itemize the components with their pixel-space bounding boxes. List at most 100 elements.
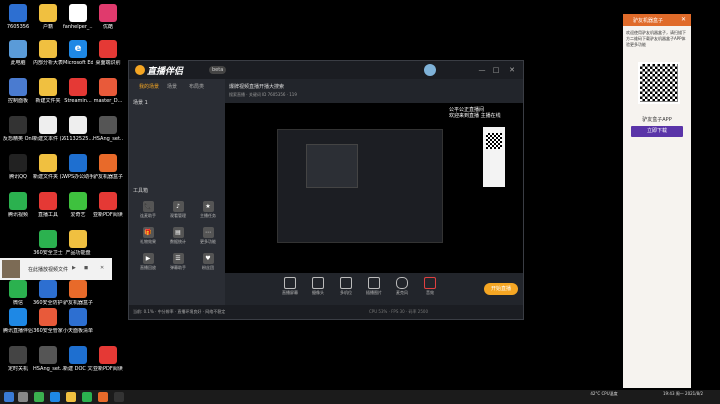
search-icon[interactable] xyxy=(18,392,28,402)
folder-icon[interactable] xyxy=(66,392,76,402)
desktop-icon-label: 直播工具 xyxy=(37,212,58,218)
desktop-icon[interactable]: HSAng_set... xyxy=(93,116,123,142)
wechat-icon[interactable] xyxy=(82,392,92,402)
multi-cam-button[interactable]: 多机位 xyxy=(333,277,359,296)
desktop-icon-glyph xyxy=(69,308,87,326)
desktop-icon-glyph xyxy=(9,192,27,210)
desktop-icon[interactable]: Streamin... xyxy=(63,78,93,104)
download-button[interactable]: 立即下载 xyxy=(631,126,683,137)
qr-panel-title: 驴友机器盒子 xyxy=(633,18,664,24)
app-icon[interactable] xyxy=(98,392,108,402)
tab-layouts[interactable]: 布局类 xyxy=(189,83,204,90)
desktop-icon[interactable]: WPS办公助手 xyxy=(63,154,93,180)
desktop-icon[interactable]: 驴友机器盒子 xyxy=(93,154,123,180)
tab-scenes[interactable]: 场景 xyxy=(167,83,177,90)
desktop-icon-label: 360安全卫士 xyxy=(33,250,63,256)
desktop-icon[interactable]: 新建文本件 (2) xyxy=(33,116,63,142)
qr-code-icon xyxy=(486,133,502,149)
start-icon[interactable] xyxy=(4,392,14,402)
desktop-icon[interactable]: 反恐精英 Online xyxy=(3,116,33,142)
desktop-icon-glyph xyxy=(39,308,57,326)
camera-button[interactable]: 摄像头 xyxy=(305,277,331,296)
desktop-icon[interactable]: 直播工具 xyxy=(33,192,63,218)
toolbox-item[interactable]: 🎁 礼物效果 xyxy=(137,227,159,245)
desktop-icon-label: 腾讯QQ xyxy=(9,174,27,180)
tool-label: 观看管理 xyxy=(170,213,186,218)
desktop-icon[interactable]: 优酷 xyxy=(93,4,123,30)
minimize-icon[interactable]: — xyxy=(477,65,487,75)
stop-icon[interactable]: ◼ xyxy=(84,265,88,271)
desktop-icon[interactable]: 61132525... xyxy=(63,116,93,142)
close-icon[interactable]: ✕ xyxy=(100,265,104,271)
desktop-icon[interactable]: fanhelper_... xyxy=(63,4,93,30)
scene-item[interactable]: 场景 1 xyxy=(133,99,148,106)
live-app-icon[interactable] xyxy=(114,392,124,402)
desktop-icon[interactable]: 此电脑 xyxy=(3,40,33,66)
tool-icon: ♪ xyxy=(172,201,184,212)
cpu-temperature: 42°C CPU温度 xyxy=(590,391,618,396)
sound-button[interactable]: 音效 xyxy=(417,277,443,296)
edge-icon[interactable] xyxy=(50,392,60,402)
toolbox-item[interactable]: 📞 连麦助手 xyxy=(137,201,159,219)
close-window-icon[interactable]: ✕ xyxy=(507,65,517,75)
app-logo-icon xyxy=(135,65,145,75)
desktop-icon-glyph xyxy=(39,230,57,248)
stage-header: 爆牌视频直播开播大搜索 搜索直播 · 关键词 ID 7605356 · 119 xyxy=(225,79,523,103)
desktop-icon-label: 小天面板清单 xyxy=(63,328,93,334)
preview-stage[interactable]: 公平公正直播间 欢迎来到直播 主播在线 xyxy=(225,103,523,273)
toolbox-item[interactable]: ☰ 弹幕助手 xyxy=(167,253,189,271)
toolbox-item[interactable]: ▶ 直播回放 xyxy=(137,253,159,271)
status-left: 当前: 0.1% · 中分辨率 · 直播环境良好 · 网络不稳定 xyxy=(133,309,226,314)
desktop-icon[interactable]: 定时关机 xyxy=(3,346,33,372)
desktop-icon[interactable]: 亚新PDF阅读器 xyxy=(93,346,123,372)
tab-my-scenes[interactable]: 我的场景 xyxy=(139,83,159,90)
avatar[interactable] xyxy=(424,64,436,76)
desktop-icon[interactable]: 7605356 xyxy=(3,4,33,30)
start-live-button[interactable]: 开始直播 xyxy=(484,283,518,295)
desktop-icon[interactable]: 桌面端识别 xyxy=(93,40,123,66)
desktop-icon[interactable]: 爱奇艺 xyxy=(63,192,93,218)
clock[interactable]: 19:43 周一 2021/8/2 xyxy=(662,391,704,396)
media-popup[interactable]: 在此播放视频文件 ▶ ◼ ✕ xyxy=(0,258,112,280)
title-bar[interactable]: 直播伴侣 beta — □ ✕ xyxy=(129,61,523,79)
play-icon[interactable]: ▶ xyxy=(72,265,76,271)
stream-title[interactable]: 爆牌视频直播开播大搜索 xyxy=(229,83,284,90)
desktop-icon[interactable]: 新建文件夹 xyxy=(33,78,63,104)
toolbox-item[interactable]: ⋯ 更多功能 xyxy=(197,227,219,245)
desktop-icon[interactable]: 新建文件夹 (2) xyxy=(33,154,63,180)
desktop-icon[interactable]: 驴友机器盒子 (1556843... xyxy=(63,280,93,306)
screen-capture-button[interactable]: 直播屏幕 xyxy=(277,277,303,296)
desktop-icon[interactable]: 户籍 xyxy=(33,4,63,30)
desktop-icon[interactable]: 腾讯视频 xyxy=(3,192,33,218)
desktop-icon-label: 爱奇艺 xyxy=(70,212,86,218)
insert-image-button[interactable]: 插播图片 xyxy=(361,277,387,296)
desktop-icon-label: Streamin... xyxy=(64,98,92,104)
desktop-icon[interactable]: 360安全卫士 xyxy=(33,230,63,256)
toolbox-item[interactable]: ♪ 观看管理 xyxy=(167,201,189,219)
desktop-icon[interactable]: 控制面板 xyxy=(3,78,33,104)
desktop-icon[interactable]: e Microsoft Edge xyxy=(63,40,93,66)
desktop-icon-label: 360安全防护中心 xyxy=(33,300,63,306)
tool-icon: 📞 xyxy=(142,201,154,212)
desktop-icon[interactable]: 小天面板清单 xyxy=(63,308,93,334)
desktop-icon[interactable]: 微信 xyxy=(3,280,33,306)
toolbox-item[interactable]: ♥ 粉丝团 xyxy=(197,253,219,271)
desktop-icon[interactable]: 产品功能盘 xyxy=(63,230,93,256)
desktop-icon[interactable]: master_D... xyxy=(93,78,123,104)
desktop-icon[interactable]: 腾讯QQ xyxy=(3,154,33,180)
desktop-icon-glyph xyxy=(99,116,117,134)
microphone-button[interactable]: 麦克风 xyxy=(389,277,415,296)
toolbox-item[interactable]: ▤ 数据统计 xyxy=(167,227,189,245)
desktop-icon[interactable]: 内部分析大表 xyxy=(33,40,63,66)
browser-icon[interactable] xyxy=(34,392,44,402)
desktop-icon[interactable]: 新建 DOC 文档 xyxy=(63,346,93,372)
desktop-icon[interactable]: HSAng_set... xyxy=(33,346,63,372)
desktop-icon[interactable]: 360安全防护中心 xyxy=(33,280,63,306)
close-icon[interactable]: ✕ xyxy=(681,16,686,23)
toolbox-item[interactable]: ★ 主播任务 xyxy=(197,201,219,219)
desktop-icon[interactable]: 腾讯直播伴侣 xyxy=(3,308,33,334)
desktop-icon[interactable]: 亚新PDF阅读器 xyxy=(93,192,123,218)
maximize-icon[interactable]: □ xyxy=(491,65,501,75)
desktop-icon[interactable]: 360安全管家 xyxy=(33,308,63,334)
desktop-icon-glyph xyxy=(69,230,87,248)
